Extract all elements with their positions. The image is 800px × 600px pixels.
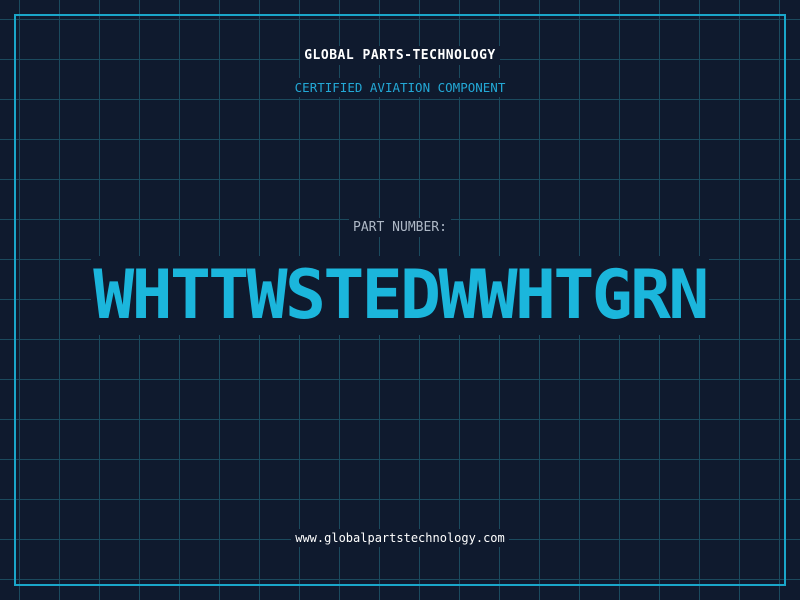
certification-line: CERTIFIED AVIATION COMPONENT: [0, 78, 800, 97]
part-number-value: WHTTWSTEDWWHTGRN: [0, 256, 800, 336]
part-number-value-text: WHTTWSTEDWWHTGRN: [91, 256, 709, 335]
website-url: www.globalpartstechnology.com: [0, 529, 800, 547]
certification-text: CERTIFIED AVIATION COMPONENT: [290, 78, 510, 97]
company-name-text: GLOBAL PARTS-TECHNOLOGY: [300, 46, 500, 65]
part-number-label: PART NUMBER:: [0, 218, 800, 237]
company-name: GLOBAL PARTS-TECHNOLOGY: [0, 46, 800, 65]
part-number-label-text: PART NUMBER:: [349, 218, 451, 237]
website-url-text: www.globalpartstechnology.com: [291, 529, 509, 547]
